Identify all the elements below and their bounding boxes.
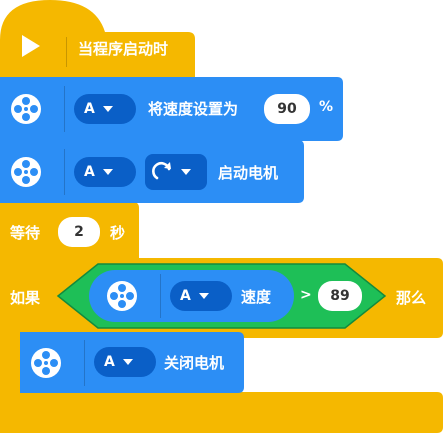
greater-than-operator: > bbox=[300, 287, 312, 303]
set-speed-label: 将速度设置为 bbox=[148, 100, 239, 118]
motor-icon bbox=[31, 348, 61, 378]
caret-down-icon bbox=[181, 169, 191, 175]
port-letter: A bbox=[180, 288, 191, 304]
separator bbox=[64, 86, 65, 132]
caret-down-icon bbox=[198, 293, 209, 299]
motor-icon bbox=[11, 94, 41, 124]
compare-value-input[interactable]: 89 bbox=[318, 281, 362, 311]
port-selector[interactable]: A bbox=[74, 157, 136, 187]
if-label: 如果 bbox=[10, 289, 41, 307]
separator bbox=[84, 340, 85, 386]
start-block-label: 当程序启动时 bbox=[78, 40, 169, 58]
motor-icon bbox=[107, 281, 137, 311]
rotate-clockwise-icon bbox=[152, 162, 171, 180]
separator bbox=[160, 274, 161, 318]
speed-value-input[interactable]: 90 bbox=[264, 94, 310, 124]
port-letter: A bbox=[84, 101, 95, 117]
stop-motor-label: 关闭电机 bbox=[164, 354, 225, 372]
separator bbox=[66, 37, 67, 67]
port-letter: A bbox=[104, 354, 115, 370]
motor-speed-label: 速度 bbox=[241, 288, 272, 306]
separator bbox=[64, 149, 65, 195]
wait-value-input[interactable]: 2 bbox=[58, 217, 100, 247]
caret-down-icon bbox=[102, 106, 113, 112]
caret-down-icon bbox=[102, 169, 113, 175]
motor-icon bbox=[11, 157, 41, 187]
percent-unit: % bbox=[319, 99, 334, 115]
play-icon bbox=[22, 35, 40, 57]
direction-selector[interactable] bbox=[145, 154, 207, 190]
wait-prefix-label: 等待 bbox=[10, 224, 41, 242]
port-selector[interactable]: A bbox=[74, 94, 136, 124]
wait-suffix-label: 秒 bbox=[110, 224, 126, 242]
caret-down-icon bbox=[122, 359, 133, 365]
then-label: 那么 bbox=[396, 289, 427, 307]
port-letter: A bbox=[84, 164, 95, 180]
port-selector[interactable]: A bbox=[94, 347, 156, 377]
start-motor-label: 启动电机 bbox=[218, 164, 279, 182]
port-selector[interactable]: A bbox=[170, 281, 232, 311]
